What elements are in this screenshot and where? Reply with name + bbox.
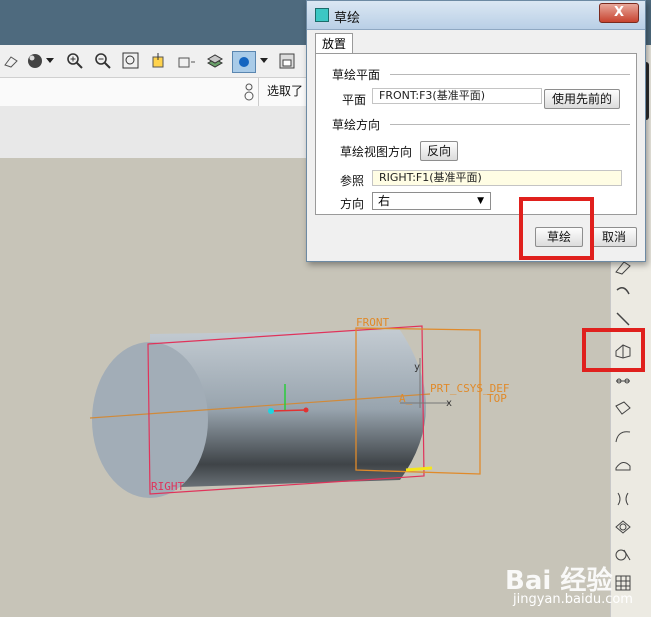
flip-button[interactable]: 反向 bbox=[420, 141, 458, 161]
sketch-plane-section: 草绘平面 bbox=[332, 68, 381, 82]
shading-sphere-icon[interactable] bbox=[24, 51, 46, 71]
zoom-in-icon[interactable] bbox=[64, 51, 86, 71]
orientation-select[interactable]: 右 ▼ bbox=[372, 192, 491, 210]
reorient-icon[interactable] bbox=[148, 51, 170, 71]
merge-icon[interactable] bbox=[614, 518, 632, 536]
watermark-url: jingyan.baidu.com bbox=[513, 592, 633, 607]
layers-icon[interactable] bbox=[204, 51, 226, 71]
extrude-icon[interactable] bbox=[614, 400, 632, 418]
selection-status: 选取了 bbox=[267, 84, 304, 98]
reference-field[interactable]: RIGHT:F1(基准平面) bbox=[372, 170, 622, 186]
print-icon[interactable] bbox=[276, 51, 298, 71]
chevron-down-icon: ▼ bbox=[477, 196, 484, 206]
dialog-titlebar[interactable]: 草绘 X bbox=[307, 1, 645, 30]
y-axis-label: y bbox=[414, 362, 420, 373]
x-axis-label: x bbox=[446, 398, 452, 409]
main-toolbar bbox=[0, 45, 307, 78]
plane-label: 平面 bbox=[342, 93, 367, 107]
close-button[interactable]: X bbox=[599, 3, 639, 23]
csys-origin bbox=[268, 408, 274, 414]
right-datum-label: RIGHT bbox=[151, 480, 184, 493]
chevron-down-icon[interactable] bbox=[258, 51, 270, 71]
orientation-value: 右 bbox=[378, 194, 391, 208]
cancel-button[interactable]: 取消 bbox=[591, 227, 637, 247]
revolve-icon[interactable] bbox=[614, 428, 632, 446]
pattern-icon[interactable] bbox=[614, 574, 632, 592]
filter-icon[interactable] bbox=[243, 82, 255, 105]
message-area bbox=[0, 106, 307, 159]
trim-icon[interactable] bbox=[614, 546, 632, 564]
datum-axis-icon[interactable] bbox=[614, 284, 632, 302]
datum-arrow bbox=[405, 466, 433, 472]
tab-placement[interactable]: 放置 bbox=[315, 33, 353, 54]
x-axis-marker bbox=[270, 409, 307, 412]
dialog-title: 草绘 bbox=[334, 11, 361, 26]
sweep-icon[interactable] bbox=[614, 456, 632, 474]
divider bbox=[390, 74, 630, 75]
csys-point bbox=[303, 407, 309, 413]
highlight-sketch-tool bbox=[582, 328, 645, 372]
secondary-toolbar bbox=[0, 78, 307, 107]
saved-views-icon[interactable] bbox=[176, 51, 198, 71]
highlight-sketch-button bbox=[519, 197, 594, 260]
sketch-orientation-section: 草绘方向 bbox=[332, 118, 381, 132]
axis-a-label: A_ bbox=[399, 392, 413, 405]
sketch-dialog: 草绘 X 放置 草绘平面 平面 FRONT:F3(基准平面) 使用先前的 草绘方… bbox=[306, 0, 646, 262]
divider bbox=[258, 78, 259, 106]
zoom-out-icon[interactable] bbox=[92, 51, 114, 71]
front-datum-label: FRONT bbox=[356, 316, 389, 329]
placement-panel: 草绘平面 平面 FRONT:F3(基准平面) 使用先前的 草绘方向 草绘视图方向… bbox=[315, 53, 637, 215]
datum-curve-icon[interactable] bbox=[614, 310, 632, 328]
divider bbox=[390, 124, 630, 125]
sketch-app-icon bbox=[315, 8, 329, 22]
display-style-icon[interactable] bbox=[232, 51, 256, 73]
refit-icon[interactable] bbox=[120, 51, 142, 71]
chevron-down-icon[interactable] bbox=[44, 51, 56, 71]
plane-field[interactable]: FRONT:F3(基准平面) bbox=[372, 88, 542, 104]
orientation-label: 方向 bbox=[340, 197, 365, 211]
mirror-icon[interactable] bbox=[614, 490, 632, 508]
view-direction-label: 草绘视图方向 bbox=[340, 145, 413, 159]
top-datum-label: TOP bbox=[487, 392, 507, 405]
reference-label: 参照 bbox=[340, 174, 365, 188]
datum-point-icon[interactable] bbox=[614, 372, 632, 390]
view-orient-icon[interactable] bbox=[0, 51, 22, 71]
use-previous-button[interactable]: 使用先前的 bbox=[544, 89, 620, 109]
